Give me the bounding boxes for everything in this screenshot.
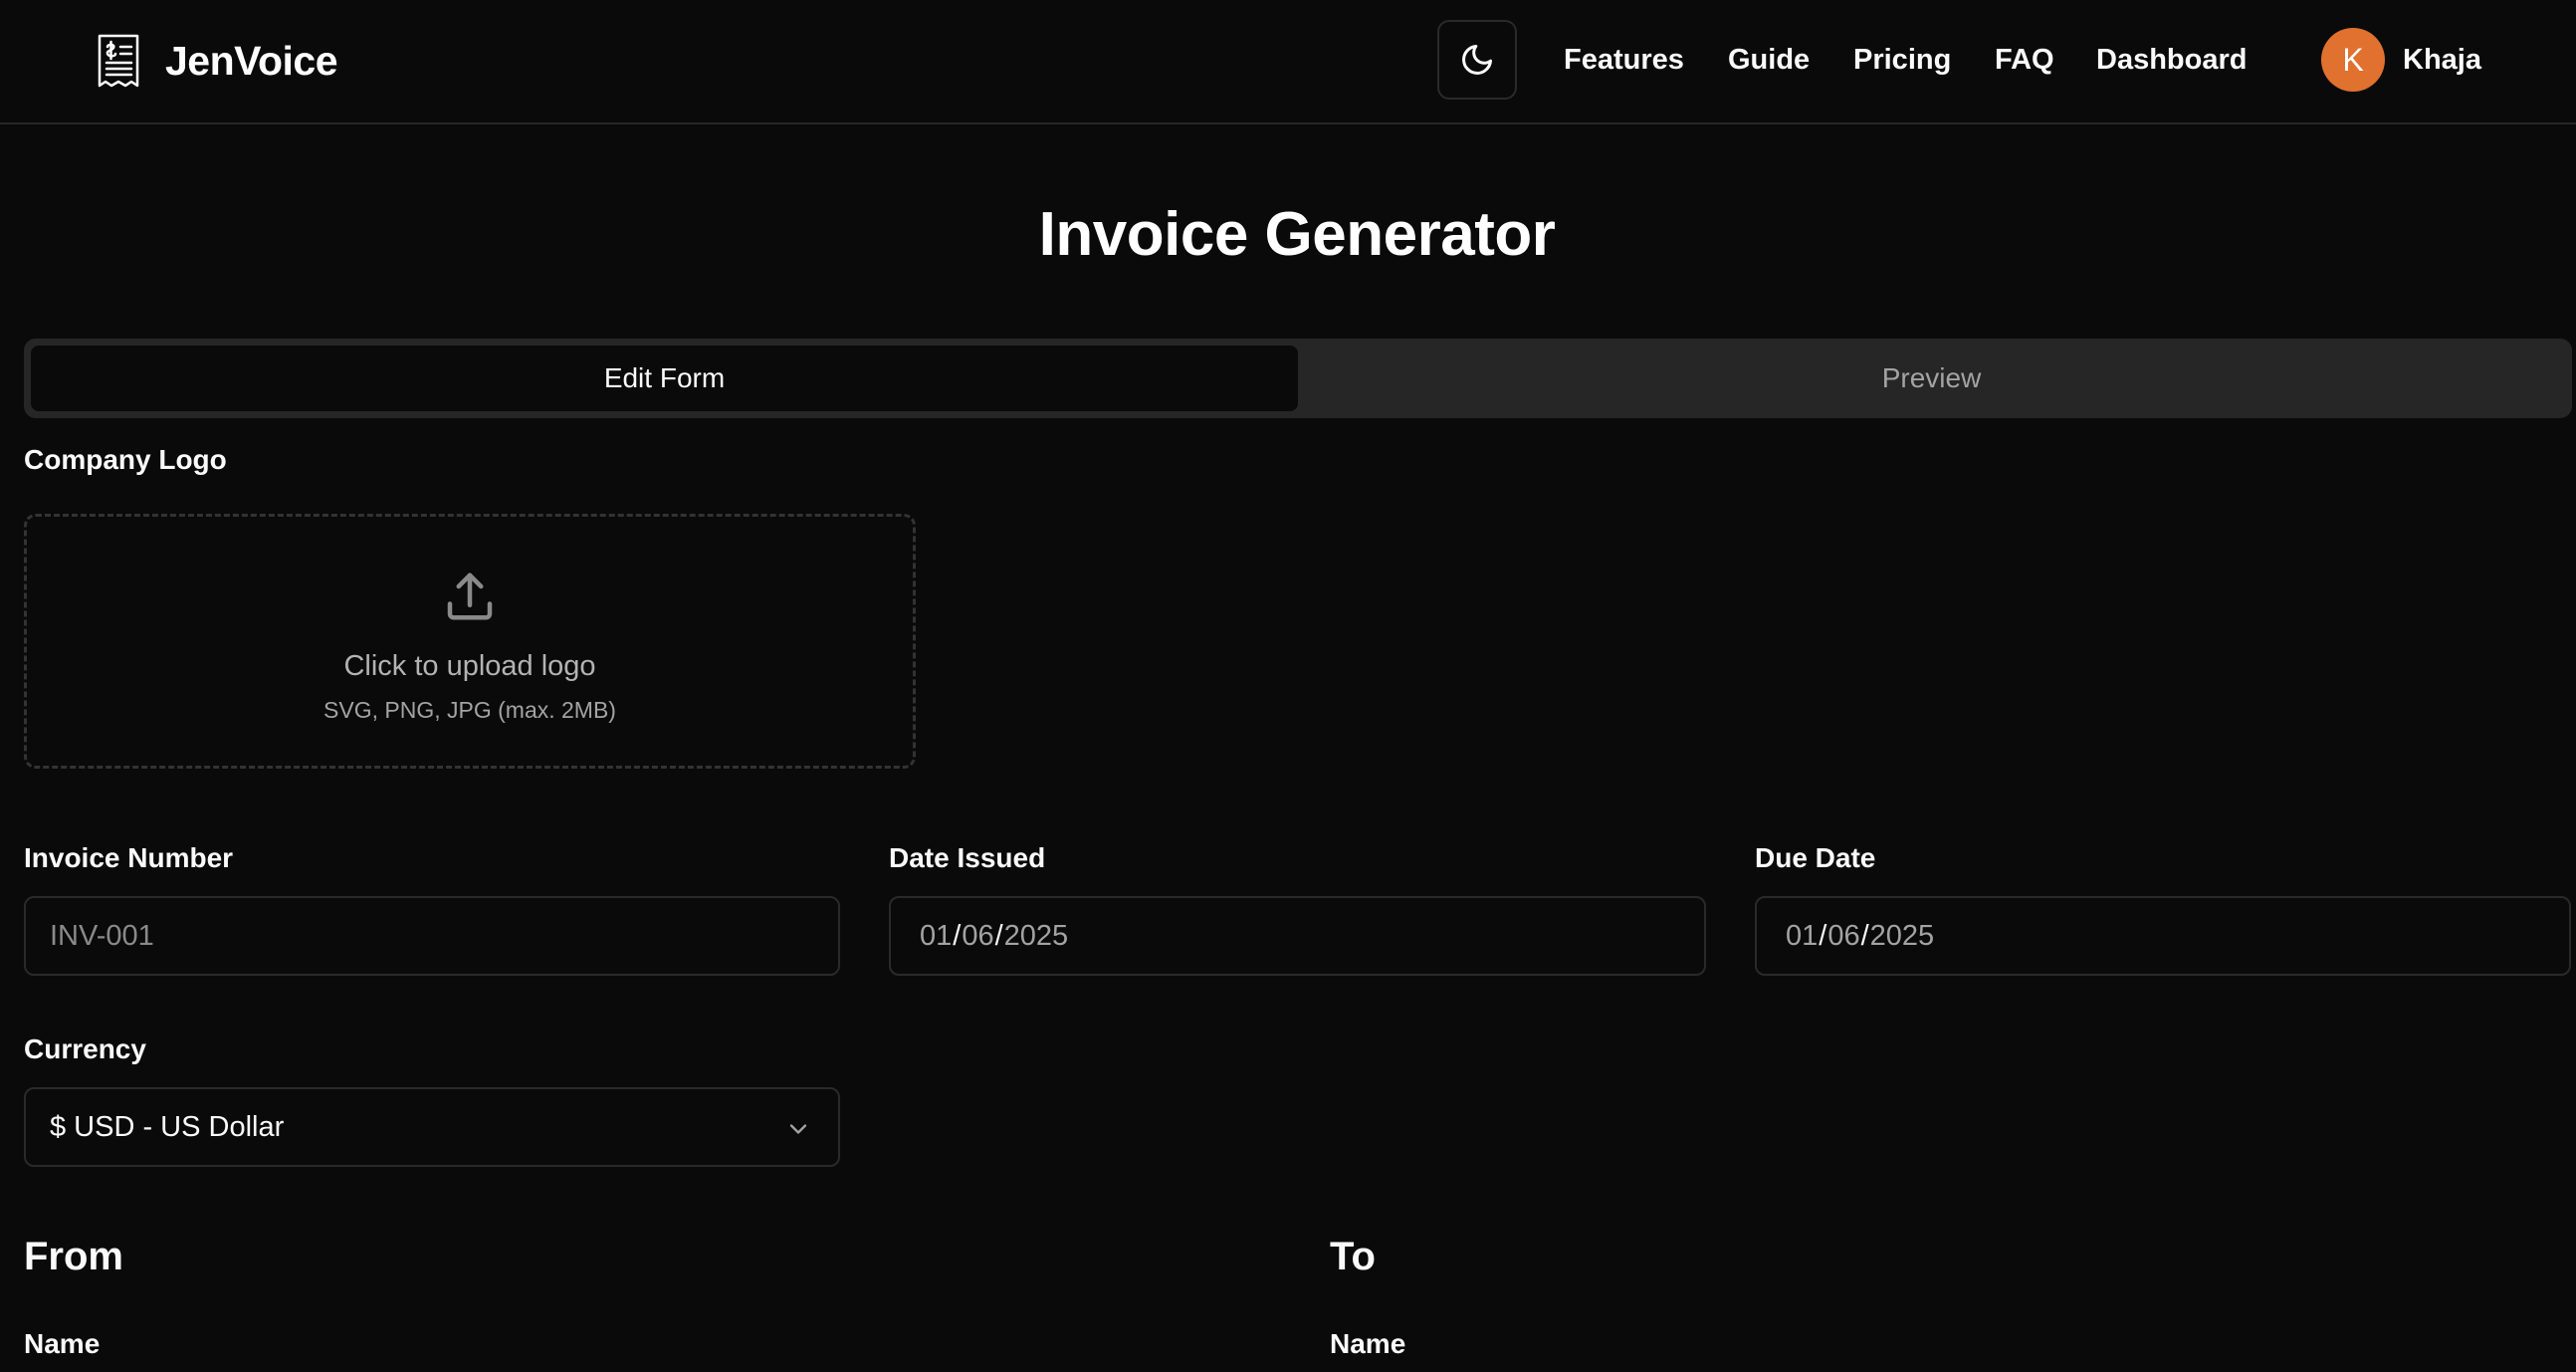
- form-tabs: Edit Form Preview: [24, 339, 2572, 418]
- date-separator: /: [1819, 919, 1827, 952]
- company-logo-label: Company Logo: [24, 444, 227, 475]
- date-issued-month: 01: [920, 919, 953, 952]
- date-issued-input[interactable]: 01/06/2025: [889, 896, 1706, 976]
- nav-link-dashboard[interactable]: Dashboard: [2096, 38, 2247, 82]
- tab-preview[interactable]: Preview: [1298, 345, 2565, 411]
- upload-icon: [447, 572, 493, 620]
- date-separator: /: [953, 919, 962, 952]
- logo-upload-dropzone[interactable]: Click to upload logo SVG, PNG, JPG (max.…: [24, 514, 916, 769]
- user-menu[interactable]: K Khaja: [2321, 28, 2481, 92]
- due-date-day: 06: [1827, 919, 1860, 952]
- to-section-title: To: [1330, 1235, 1376, 1278]
- chevron-down-icon: [789, 1124, 807, 1134]
- invoice-number-input[interactable]: INV-001: [24, 896, 840, 976]
- upload-text: Click to upload logo: [343, 650, 596, 682]
- currency-value: $ USD - US Dollar: [50, 1110, 285, 1143]
- nav-link-guide[interactable]: Guide: [1728, 38, 1810, 82]
- date-issued-year: 2025: [1003, 919, 1069, 952]
- main-nav: Features Guide Pricing FAQ Dashboard: [0, 38, 2576, 82]
- nav-link-features[interactable]: Features: [1564, 38, 1684, 82]
- date-separator: /: [1860, 919, 1869, 952]
- from-section-title: From: [24, 1235, 123, 1278]
- due-date-month: 01: [1786, 919, 1819, 952]
- currency-label: Currency: [24, 1033, 146, 1064]
- top-navbar: JenVoice Features Guide Pricing FAQ Dash…: [0, 0, 2576, 124]
- due-date-year: 2025: [1869, 919, 1935, 952]
- date-separator: /: [994, 919, 1003, 952]
- due-date-input[interactable]: 01/06/2025: [1755, 896, 2571, 976]
- invoice-number-label: Invoice Number: [24, 842, 234, 873]
- avatar: K: [2321, 28, 2385, 92]
- date-issued-day: 06: [962, 919, 994, 952]
- currency-select[interactable]: $ USD - US Dollar: [24, 1087, 840, 1167]
- date-issued-label: Date Issued: [889, 842, 1046, 873]
- from-name-label: Name: [24, 1328, 101, 1359]
- tab-edit-form[interactable]: Edit Form: [31, 345, 1298, 411]
- nav-link-faq[interactable]: FAQ: [1995, 38, 2054, 82]
- to-name-label: Name: [1330, 1328, 1406, 1359]
- user-name: Khaja: [2403, 43, 2481, 76]
- due-date-label: Due Date: [1755, 842, 1876, 873]
- upload-hint: SVG, PNG, JPG (max. 2MB): [323, 697, 616, 723]
- page-title: Invoice Generator: [1038, 200, 1556, 269]
- nav-link-pricing[interactable]: Pricing: [1853, 38, 1951, 82]
